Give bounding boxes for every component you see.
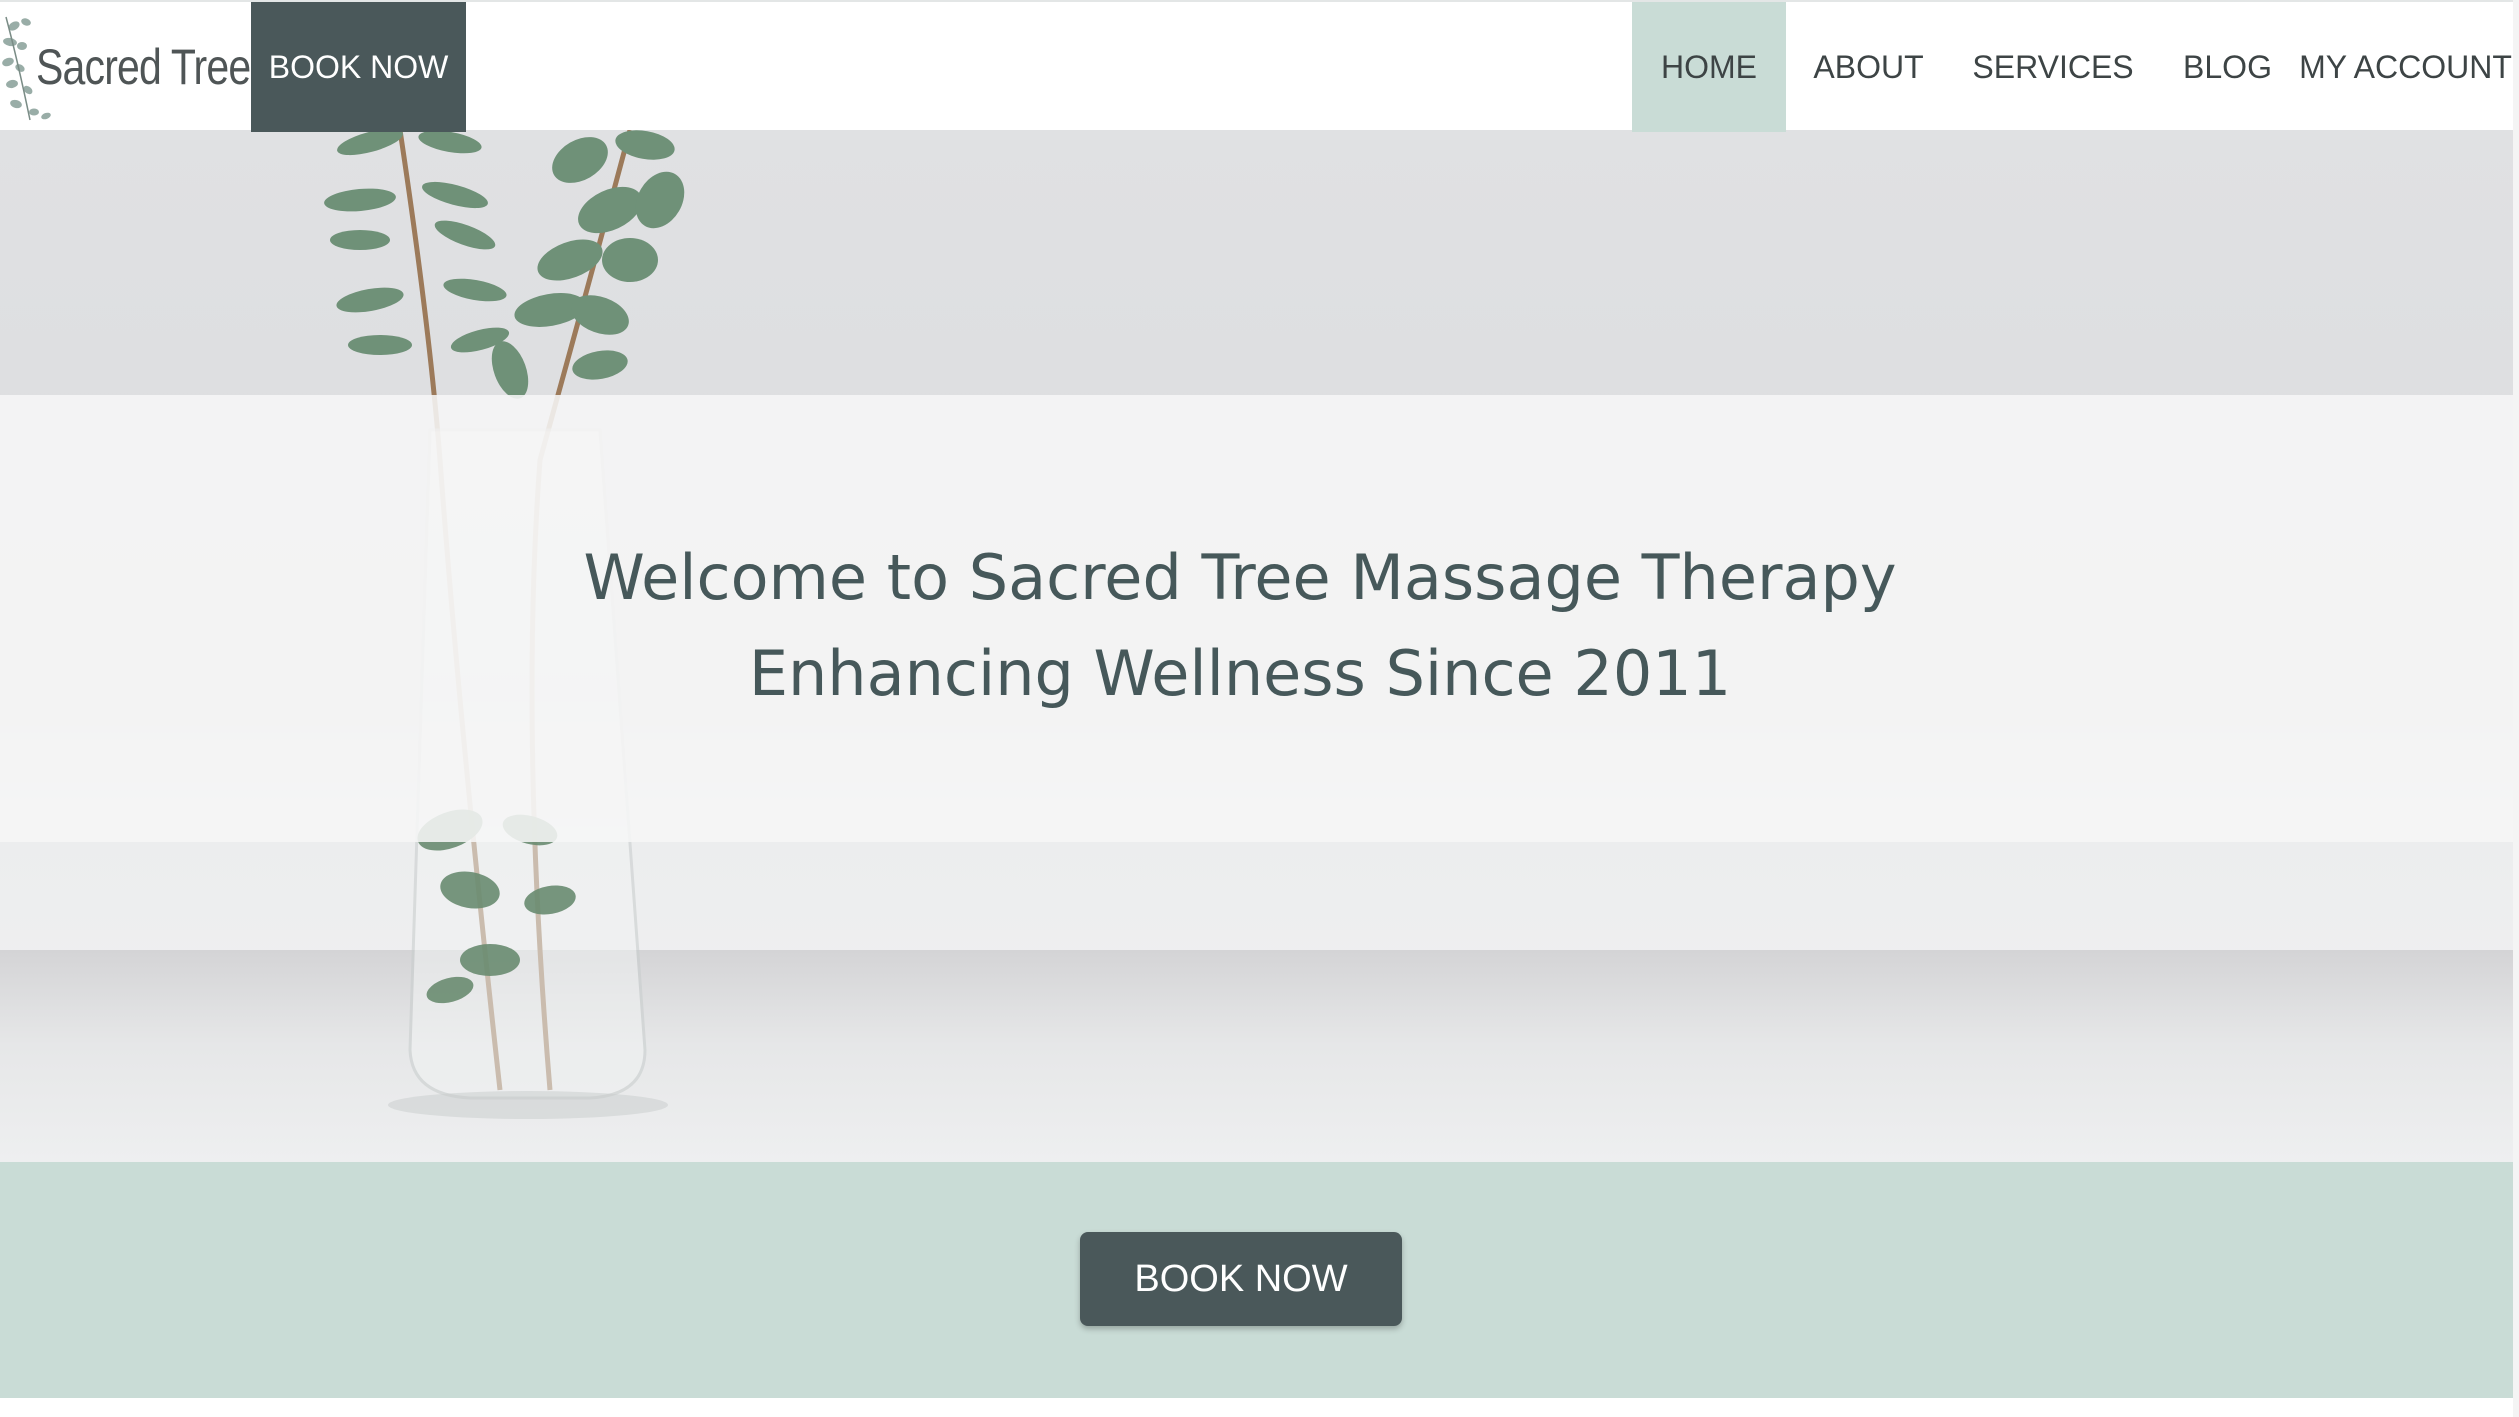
nav-item-my-account[interactable]: MY ACCOUNT bbox=[2299, 2, 2519, 132]
hero-heading: Welcome to Sacred Tree Massage Therapy E… bbox=[0, 530, 2480, 722]
page: Sacred Tree BOOK NOW HOME ABOUT SERVICES… bbox=[0, 0, 2519, 1417]
nav-item-about[interactable]: ABOUT bbox=[1786, 2, 1951, 132]
book-now-button[interactable]: BOOK NOW bbox=[1080, 1232, 1402, 1326]
hero-title-line-1: Welcome to Sacred Tree Massage Therapy bbox=[583, 541, 1897, 614]
hero-title-line-2: Enhancing Wellness Since 2011 bbox=[748, 637, 1732, 710]
page-scrollbar[interactable] bbox=[2513, 0, 2519, 1417]
booking-section: BOOK NOW bbox=[0, 1162, 2519, 1398]
logo-text: Sacred Tree bbox=[36, 39, 251, 95]
hero-section: Welcome to Sacred Tree Massage Therapy E… bbox=[0, 130, 2519, 1162]
site-header: Sacred Tree BOOK NOW HOME ABOUT SERVICES… bbox=[0, 0, 2519, 132]
nav-item-services[interactable]: SERVICES bbox=[1951, 2, 2155, 132]
page-bottom-edge bbox=[0, 1398, 2519, 1417]
header-book-now-button[interactable]: BOOK NOW bbox=[251, 2, 466, 132]
site-logo[interactable]: Sacred Tree bbox=[0, 2, 251, 132]
nav-item-home[interactable]: HOME bbox=[1632, 2, 1786, 132]
nav-item-blog[interactable]: BLOG bbox=[2155, 2, 2300, 132]
main-nav: HOME ABOUT SERVICES BLOG MY ACCOUNT bbox=[1632, 2, 2519, 132]
